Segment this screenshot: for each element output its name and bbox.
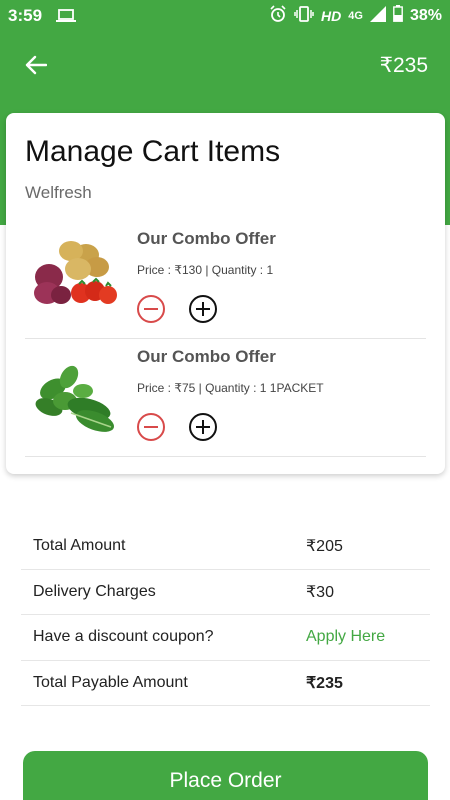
summary-row-discount-coupon: Have a discount coupon? Apply Here	[21, 615, 430, 661]
increase-quantity-button[interactable]	[189, 413, 217, 441]
quantity-controls	[137, 413, 324, 441]
item-price-quantity: Price : ₹130 | Quantity : 1	[137, 263, 274, 277]
summary-row-total-payable: Total Payable Amount ₹235	[21, 661, 430, 706]
hd-indicator: HD	[321, 8, 342, 24]
summary-label: Have a discount coupon?	[33, 628, 214, 646]
summary-value: ₹205	[306, 538, 343, 556]
leafy-greens-image	[35, 365, 115, 432]
network-type: 4G	[348, 10, 363, 22]
minus-icon	[144, 307, 158, 311]
decrease-quantity-button[interactable]	[137, 413, 165, 441]
summary-row-total-amount: Total Amount ₹205	[21, 524, 430, 570]
cart-items-list: Our Combo Offer Price : ₹130 | Quantity …	[25, 221, 426, 457]
status-time: 3:59	[8, 6, 43, 25]
apply-coupon-link[interactable]: Apply Here	[306, 628, 385, 646]
alarm-icon	[269, 4, 287, 28]
cart-item: Our Combo Offer Price : ₹130 | Quantity …	[25, 221, 426, 339]
order-summary: Total Amount ₹205 Delivery Charges ₹30 H…	[21, 524, 430, 706]
app-bar: ₹235	[0, 42, 450, 88]
summary-value: ₹235	[306, 674, 343, 692]
item-name: Our Combo Offer	[137, 347, 276, 366]
summary-value: ₹30	[306, 583, 334, 601]
header-total: ₹235	[379, 53, 428, 77]
summary-label: Total Amount	[33, 537, 126, 555]
page-title: Manage Cart Items	[25, 135, 281, 168]
quantity-controls	[137, 295, 276, 323]
battery-percent: 38%	[409, 7, 442, 24]
back-button[interactable]	[22, 51, 50, 79]
store-name: Welfresh	[25, 183, 92, 202]
vibrate-icon	[294, 5, 314, 27]
place-order-label: Place Order	[169, 769, 282, 792]
item-info: Our Combo Offer Price : ₹130 | Quantity …	[137, 229, 276, 323]
item-info: Our Combo Offer Price : ₹75 | Quantity :…	[137, 347, 324, 441]
summary-row-delivery-charges: Delivery Charges ₹30	[21, 570, 430, 615]
status-bar: 3:59 HD 4G 38%	[0, 0, 450, 32]
battery-icon	[393, 5, 403, 27]
summary-label: Delivery Charges	[33, 582, 156, 600]
summary-label: Total Payable Amount	[33, 673, 188, 691]
item-name: Our Combo Offer	[137, 229, 276, 248]
decrease-quantity-button[interactable]	[137, 295, 165, 323]
cart-card: Manage Cart Items Welfresh Our Combo Off…	[6, 113, 445, 474]
place-order-button[interactable]: Place Order	[23, 751, 428, 800]
item-price-quantity: Price : ₹75 | Quantity : 1 1PACKET	[137, 381, 324, 395]
cart-item: Our Combo Offer Price : ₹75 | Quantity :…	[25, 339, 426, 457]
vegetables-combo-image	[34, 241, 117, 304]
laptop-icon	[56, 9, 77, 23]
minus-icon	[144, 425, 158, 429]
increase-quantity-button[interactable]	[189, 295, 217, 323]
signal-icon	[369, 5, 386, 27]
arrow-left-icon	[25, 55, 47, 75]
